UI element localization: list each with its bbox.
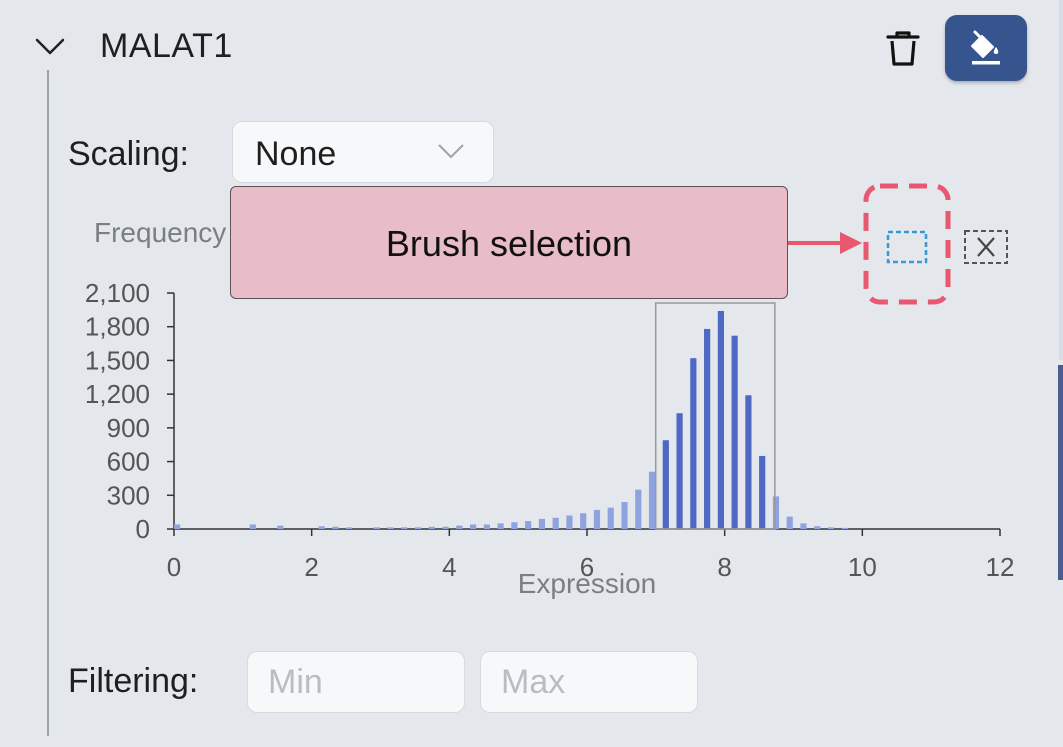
histogram-bar [332, 526, 339, 529]
scaling-select[interactable]: None [232, 121, 494, 183]
histogram-bar [704, 328, 711, 529]
max-input[interactable] [480, 651, 698, 713]
histogram-bar [566, 515, 573, 529]
scaling-select-value: None [255, 135, 337, 173]
histogram-bar [593, 509, 601, 529]
histogram-bar [827, 527, 835, 529]
y-tick-label: 600 [107, 447, 150, 477]
histogram-bar [607, 507, 614, 529]
collapse-chevron-icon[interactable] [30, 28, 70, 68]
x-axis-title: Expression [518, 568, 657, 599]
histogram-bar [800, 523, 807, 529]
x-tick-label: 12 [986, 552, 1015, 582]
histogram-bar [552, 517, 559, 529]
histogram-bar [814, 526, 821, 529]
y-tick-label: 900 [107, 413, 150, 443]
histogram-bar [428, 526, 435, 529]
scaling-label: Scaling: [68, 135, 189, 173]
x-tick-label: 10 [848, 552, 877, 582]
histogram-bar [174, 524, 181, 529]
x-tick-label: 0 [167, 552, 181, 582]
histogram-bar [511, 522, 518, 529]
chevron-down-icon [438, 144, 464, 159]
histogram-bar [373, 527, 380, 529]
histogram-bar [387, 527, 394, 529]
histogram-bar [497, 523, 504, 529]
min-input[interactable] [247, 651, 465, 713]
histogram-bar [456, 525, 463, 529]
histogram-bar [483, 524, 490, 529]
scroll-track [1059, 0, 1063, 360]
filtering-label: Filtering: [68, 662, 199, 700]
histogram-bar [759, 455, 766, 529]
scrollbar-thumb[interactable] [1058, 365, 1063, 580]
gene-title: MALAT1 [100, 27, 233, 65]
histogram-bar [414, 527, 422, 529]
histogram-bar [580, 513, 587, 529]
histogram-bar [745, 395, 752, 529]
y-tick-label: 1,500 [85, 345, 150, 375]
paint-bucket-icon [971, 30, 1000, 65]
histogram-bar [662, 440, 669, 529]
brush-selection-callout: Brush selection [230, 186, 788, 299]
expression-histogram[interactable]: 03006009001,2001,5001,8002,1000 2 4 6 8 10 12E… [60, 275, 1040, 605]
brush-selection-rect [654, 302, 776, 530]
histogram-bar [676, 413, 683, 529]
histogram-bar [690, 358, 697, 529]
histogram-bar [648, 471, 656, 529]
section-divider [47, 70, 49, 736]
trash-icon[interactable] [880, 26, 926, 72]
histogram-bar [318, 526, 325, 529]
histogram-bar [786, 516, 793, 529]
callout-text: Brush selection [385, 223, 633, 264]
histogram-bar [442, 526, 449, 529]
histogram-bar [731, 335, 738, 529]
histogram-bar [841, 527, 848, 529]
histogram-bar [538, 518, 546, 529]
histogram-bar [401, 527, 408, 529]
y-axis-title: Frequency [94, 217, 227, 248]
histogram-bar [469, 524, 477, 529]
histogram-bar [249, 524, 256, 529]
y-tick-label: 1,200 [85, 379, 150, 409]
histogram-bar [346, 527, 353, 529]
y-tick-label: 300 [107, 480, 150, 510]
callout-arrow-head [840, 232, 862, 254]
histogram-bar [772, 496, 780, 529]
y-tick-label: 2,100 [85, 278, 150, 308]
histogram-bar [717, 310, 724, 529]
histogram-bar [525, 521, 532, 529]
x-tick-label: 4 [442, 552, 456, 582]
y-tick-label: 0 [136, 514, 150, 544]
clear-selection-icon[interactable] [963, 228, 1009, 266]
brush-select-icon[interactable] [884, 228, 930, 266]
histogram-bar [635, 489, 642, 529]
x-tick-label: 8 [717, 552, 731, 582]
histogram-bar [621, 502, 628, 529]
paint-bucket-button[interactable] [945, 15, 1027, 81]
histogram-bar [277, 525, 284, 529]
y-tick-label: 1,800 [85, 312, 150, 342]
x-tick-label: 2 [304, 552, 318, 582]
